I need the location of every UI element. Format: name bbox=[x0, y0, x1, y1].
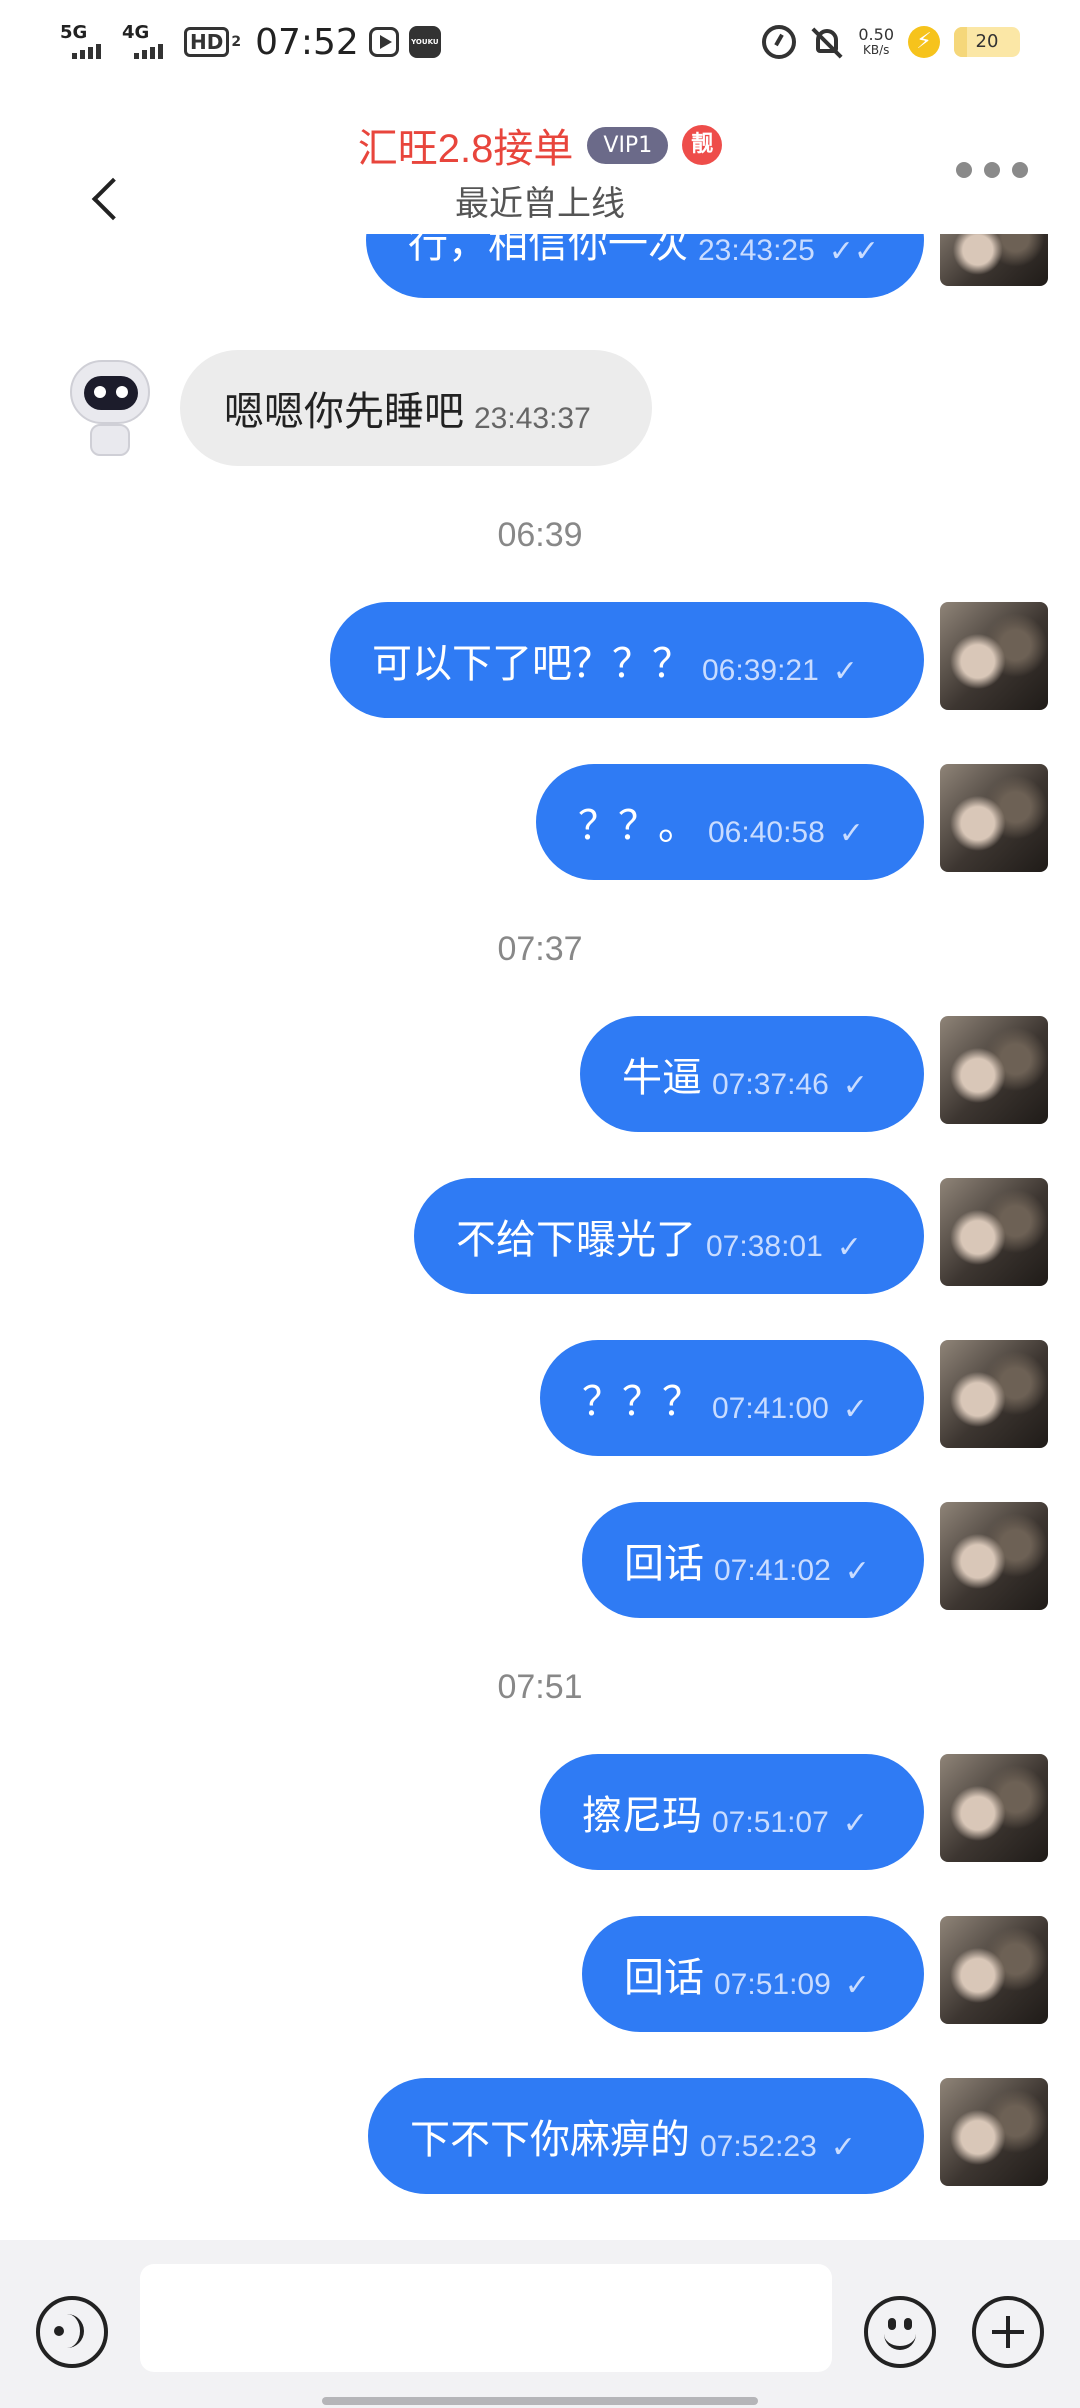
speed-unit: KB/s bbox=[862, 43, 890, 57]
chat-header: 汇旺2.8接单 VIP1 靓 最近曾上线 bbox=[0, 84, 1080, 234]
check-icon: ✓ bbox=[842, 1805, 868, 1841]
check-icon: ✓ bbox=[832, 653, 858, 689]
more-options-button[interactable] bbox=[956, 162, 1028, 178]
message-text: 不给下曝光了 bbox=[456, 1217, 696, 1263]
message-bubble[interactable]: 下不下你麻痹的 07:52:23 ✓ bbox=[368, 2078, 924, 2194]
message-time: 06:39:21 bbox=[702, 654, 819, 687]
message-text: 牛逼 bbox=[622, 1055, 702, 1101]
net-label-5g: 5G bbox=[60, 22, 88, 43]
contact-name[interactable]: 汇旺2.8接单 bbox=[358, 116, 574, 174]
my-avatar[interactable] bbox=[940, 2078, 1048, 2186]
vip-badge: VIP1 bbox=[587, 126, 669, 164]
message-bubble-incoming[interactable]: 嗯嗯你先睡吧 23:43:37 bbox=[180, 350, 652, 466]
charging-icon: ⚡ bbox=[908, 26, 940, 58]
message-time: 07:37:46 bbox=[712, 1068, 829, 1101]
message-time: 07:52:23 bbox=[700, 2130, 817, 2163]
my-avatar[interactable] bbox=[940, 1754, 1048, 1862]
my-avatar[interactable] bbox=[940, 764, 1048, 872]
my-avatar[interactable] bbox=[940, 602, 1048, 710]
check-icon: ✓ bbox=[836, 1229, 862, 1265]
clock: 07:52 bbox=[255, 21, 359, 63]
status-right: 0.50 KB/s ⚡ 20 bbox=[762, 18, 1020, 66]
network-speed: 0.50 KB/s bbox=[858, 25, 894, 58]
chat-area[interactable]: 行，相信你一次 23:43:25 ✓✓ 嗯嗯你先睡吧 23:43:37 06:3… bbox=[0, 234, 1080, 2240]
check-icon: ✓ bbox=[844, 1553, 870, 1589]
message-text: 可以下了吧？？？ bbox=[372, 641, 692, 687]
check-icon: ✓ bbox=[842, 1391, 868, 1427]
message-text: 回话 bbox=[624, 1541, 704, 1587]
mute-icon bbox=[810, 25, 844, 59]
liang-badge: 靓 bbox=[682, 125, 723, 165]
message-bubble[interactable]: ？？？ 07:41:00 ✓ bbox=[540, 1340, 924, 1456]
message-text: ？？？ bbox=[582, 1379, 702, 1425]
my-avatar[interactable] bbox=[940, 1340, 1048, 1448]
status-bar: 5G 4G HD 2 07:52 YOUKU 0.50 KB/s ⚡ 20 bbox=[0, 0, 1080, 84]
message-time: 07:51:07 bbox=[712, 1806, 829, 1839]
my-avatar[interactable] bbox=[940, 234, 1048, 286]
voice-icon[interactable] bbox=[36, 2296, 108, 2368]
my-avatar[interactable] bbox=[940, 1178, 1048, 1286]
message-time: 07:41:00 bbox=[712, 1392, 829, 1425]
time-divider: 06:39 bbox=[497, 516, 583, 554]
message-bubble[interactable]: 牛逼 07:37:46 ✓ bbox=[580, 1016, 924, 1132]
message-time: 23:43:37 bbox=[474, 402, 591, 435]
robot-avatar[interactable] bbox=[56, 352, 164, 460]
home-indicator[interactable] bbox=[322, 2397, 758, 2405]
message-time: 07:38:01 bbox=[706, 1230, 823, 1263]
battery-icon: 20 bbox=[954, 27, 1020, 57]
time-divider: 07:37 bbox=[497, 930, 583, 968]
online-status: 最近曾上线 bbox=[455, 184, 625, 224]
message-time: 23:43:25 bbox=[698, 234, 815, 267]
play-icon bbox=[368, 27, 399, 57]
battery-level: 20 bbox=[975, 31, 999, 52]
speed-value: 0.50 bbox=[858, 25, 894, 44]
message-bubble[interactable]: 可以下了吧？？？ 06:39:21 ✓ bbox=[330, 602, 924, 718]
hd-icon: HD bbox=[184, 27, 230, 57]
net-label-4g: 4G bbox=[122, 22, 150, 43]
message-bubble[interactable]: 行，相信你一次 23:43:25 ✓✓ bbox=[366, 234, 924, 298]
check-icon: ✓ bbox=[844, 1967, 870, 2003]
message-time: 06:40:58 bbox=[708, 816, 825, 849]
message-time: 07:51:09 bbox=[714, 1968, 831, 2001]
check-icon: ✓ bbox=[842, 1067, 868, 1103]
input-bar bbox=[0, 2240, 1080, 2408]
time-divider: 07:51 bbox=[497, 1668, 583, 1706]
message-bubble[interactable]: 擦尼玛 07:51:07 ✓ bbox=[540, 1754, 924, 1870]
hd-sub: 2 bbox=[231, 34, 242, 50]
my-avatar[interactable] bbox=[940, 1016, 1048, 1124]
message-text: 擦尼玛 bbox=[582, 1793, 702, 1839]
emoji-icon[interactable] bbox=[864, 2296, 936, 2368]
signal-4g-icon: 4G bbox=[122, 22, 174, 62]
youku-icon: YOUKU bbox=[408, 26, 441, 58]
message-bubble[interactable]: ？？。 06:40:58 ✓ bbox=[536, 764, 924, 880]
message-bubble[interactable]: 回话 07:51:09 ✓ bbox=[582, 1916, 924, 2032]
my-avatar[interactable] bbox=[940, 1916, 1048, 2024]
message-bubble[interactable]: 回话 07:41:02 ✓ bbox=[582, 1502, 924, 1618]
message-text: 行，相信你一次 bbox=[408, 234, 688, 267]
message-text: 嗯嗯你先睡吧 bbox=[224, 389, 464, 435]
status-left: 5G 4G HD 2 07:52 YOUKU bbox=[60, 18, 441, 66]
message-bubble[interactable]: 不给下曝光了 07:38:01 ✓ bbox=[414, 1178, 924, 1294]
check-icon: ✓ bbox=[838, 815, 864, 851]
check-icon: ✓ bbox=[830, 2129, 856, 2165]
message-time: 07:41:02 bbox=[714, 1554, 831, 1587]
message-text: 下不下你麻痹的 bbox=[410, 2117, 690, 2163]
double-check-icon: ✓✓ bbox=[828, 234, 880, 269]
message-text: ？？。 bbox=[578, 803, 698, 849]
title-row: 汇旺2.8接单 VIP1 靓 bbox=[0, 116, 1080, 174]
plus-icon[interactable] bbox=[972, 2296, 1044, 2368]
message-text: 回话 bbox=[624, 1955, 704, 2001]
message-input[interactable] bbox=[140, 2264, 832, 2372]
alarm-icon bbox=[762, 25, 797, 59]
my-avatar[interactable] bbox=[940, 1502, 1048, 1610]
signal-5g-icon: 5G bbox=[60, 22, 112, 62]
